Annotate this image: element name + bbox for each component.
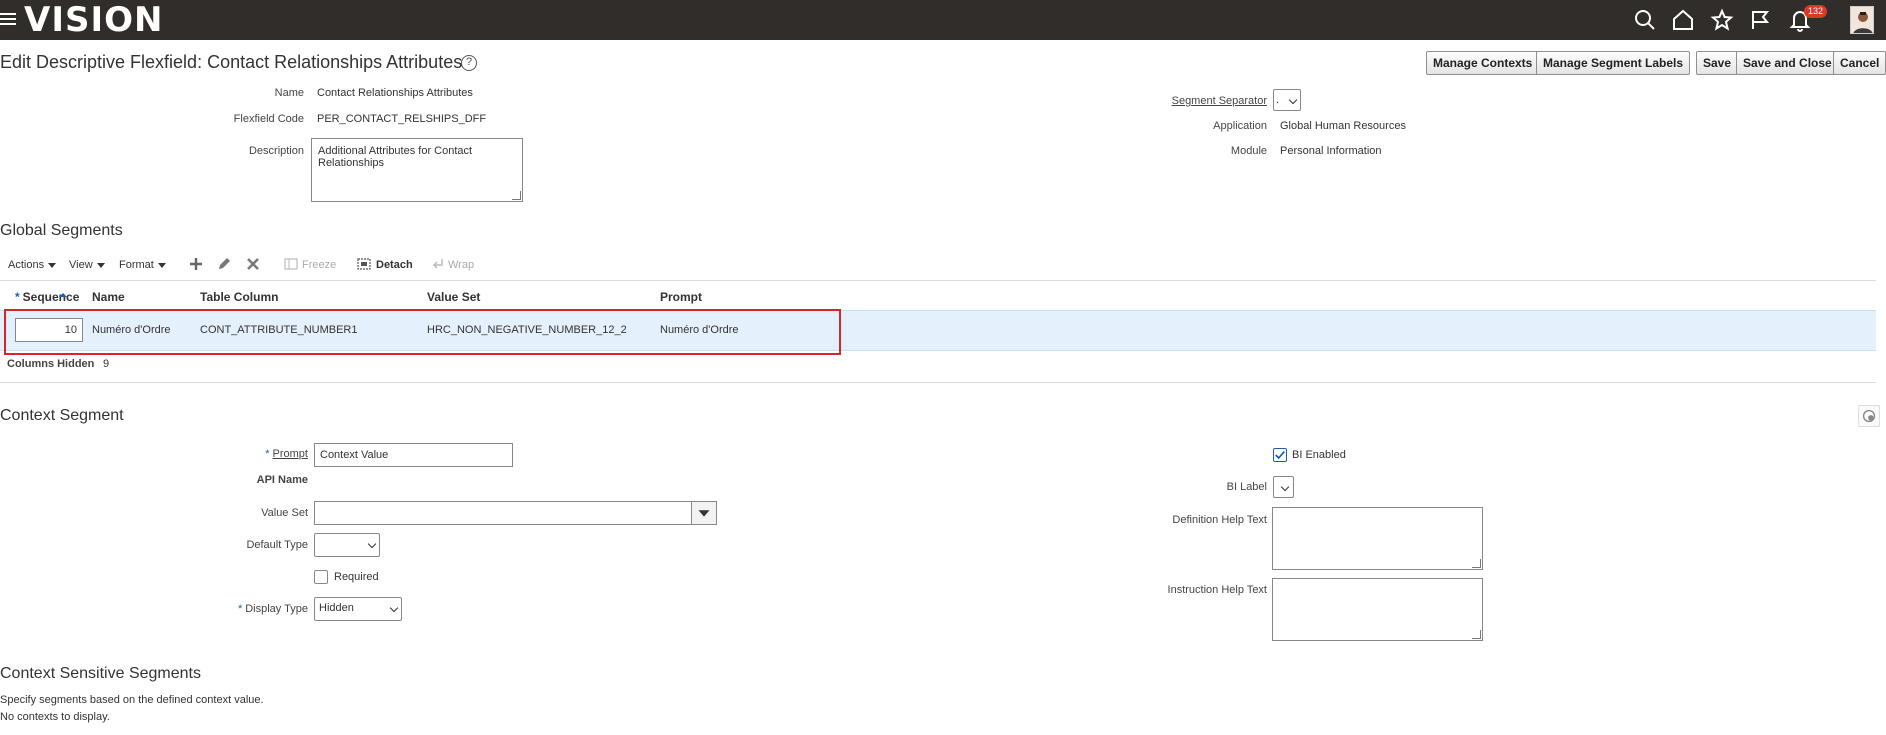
segment-separator-value: .	[1276, 94, 1280, 106]
default-type-label: Default Type	[246, 539, 308, 551]
bi-enabled-label: BI Enabled	[1292, 449, 1346, 461]
manage-contexts-button[interactable]: Manage Contexts	[1426, 51, 1540, 75]
help-icon[interactable]: ?	[461, 55, 477, 71]
wrap-button: Wrap	[448, 259, 475, 271]
instruction-help-text-field[interactable]	[1272, 578, 1483, 641]
actions-menu[interactable]: Actions	[8, 259, 57, 271]
columns-hidden-label: Columns Hidden	[7, 358, 95, 370]
sequence-header-label: Sequence	[22, 290, 80, 304]
context-sensitive-instruction: Specify segments based on the defined co…	[0, 694, 264, 706]
context-sensitive-segments-title: Context Sensitive Segments	[0, 665, 201, 682]
row-table-column-cell: CONT_ATTRIBUTE_NUMBER1	[200, 324, 358, 336]
no-contexts-message: No contexts to display.	[0, 711, 110, 723]
chevron-down-icon	[1288, 95, 1298, 105]
bi-label-label: BI Label	[1226, 481, 1267, 493]
flag-icon[interactable]	[1748, 8, 1772, 32]
display-type-label-text: Display Type	[245, 603, 308, 615]
row-value-set-cell: HRC_NON_NEGATIVE_NUMBER_12_2	[427, 324, 627, 336]
value-set-column-header[interactable]: Value Set	[427, 290, 480, 304]
chevron-down-icon	[1280, 482, 1290, 492]
save-button[interactable]: Save	[1696, 51, 1739, 75]
resize-handle[interactable]	[512, 191, 521, 200]
actions-label: Actions	[8, 259, 45, 271]
top-bar: VISION 132	[0, 0, 1886, 40]
freeze-button: Freeze	[302, 259, 337, 271]
manage-segment-labels-button[interactable]: Manage Segment Labels	[1536, 51, 1691, 75]
context-segment-action-button[interactable]	[1858, 405, 1880, 427]
save-and-close-button[interactable]: Save and Close	[1736, 51, 1839, 75]
wrap-icon	[430, 256, 446, 272]
format-menu[interactable]: Format	[119, 259, 166, 271]
avatar[interactable]	[1850, 6, 1874, 34]
flexfield-code-value: PER_CONTACT_RELSHIPS_DFF	[317, 113, 487, 125]
default-type-select[interactable]	[314, 533, 380, 557]
section-divider	[0, 382, 1876, 383]
flexfield-code-label: Flexfield Code	[233, 113, 304, 125]
application-label: Application	[1213, 120, 1267, 132]
application-value: Global Human Resources	[1280, 120, 1406, 132]
display-type-select[interactable]: Hidden	[314, 597, 402, 621]
name-label: Name	[274, 87, 304, 99]
module-value: Personal Information	[1280, 145, 1382, 157]
home-icon[interactable]	[1671, 8, 1695, 32]
name-column-header[interactable]: Name	[92, 290, 125, 304]
bi-enabled-checkbox[interactable]	[1273, 448, 1287, 462]
context-segment-title: Context Segment	[0, 407, 124, 424]
edit-icon[interactable]	[216, 256, 232, 272]
view-label: View	[69, 259, 93, 271]
table-top-divider	[0, 280, 1876, 281]
detach-button[interactable]: Detach	[376, 259, 413, 271]
columns-hidden-value: 9	[103, 358, 110, 370]
instruction-help-text-label: Instruction Help Text	[1167, 584, 1267, 596]
definition-help-text-label: Definition Help Text	[1172, 514, 1267, 526]
segment-separator-label: Segment Separator	[1171, 95, 1267, 107]
search-icon[interactable]	[1633, 8, 1657, 32]
prompt-column-header[interactable]: Prompt	[660, 290, 702, 304]
logo[interactable]: VISION	[24, 1, 163, 39]
module-label: Module	[1230, 145, 1267, 157]
notification-badge: 132	[1804, 5, 1828, 18]
table-column-header[interactable]: Table Column	[200, 290, 278, 304]
page-title: Edit Descriptive Flexfield: Contact Rela…	[0, 52, 463, 72]
chevron-down-icon	[367, 539, 377, 549]
required-checkbox[interactable]	[314, 570, 328, 584]
value-set-label: Value Set	[261, 507, 308, 519]
chevron-down-icon	[389, 603, 399, 613]
bi-label-select[interactable]	[1273, 476, 1294, 498]
resize-handle[interactable]	[1472, 630, 1481, 639]
resize-handle[interactable]	[1472, 559, 1481, 568]
cancel-button[interactable]: Cancel	[1833, 51, 1886, 75]
prompt-label: * Prompt	[265, 448, 308, 460]
row-prompt-cell: Numéro d'Ordre	[660, 324, 739, 336]
prompt-label-text: Prompt	[272, 448, 308, 460]
description-label: Description	[248, 145, 304, 157]
required-label: Required	[334, 571, 379, 583]
description-field[interactable]: Additional Attributes for Contact Relati…	[311, 138, 523, 202]
hamburger-icon[interactable]	[0, 13, 16, 27]
freeze-icon	[283, 256, 299, 272]
api-name-label: API Name	[256, 474, 308, 486]
name-value: Contact Relationships Attributes	[317, 87, 473, 99]
prompt-input[interactable]: Context Value	[314, 443, 513, 467]
detach-icon[interactable]	[356, 256, 372, 272]
global-segments-title: Global Segments	[0, 222, 123, 239]
value-set-input[interactable]	[314, 501, 692, 525]
format-label: Format	[119, 259, 154, 271]
sequence-input[interactable]: 10	[15, 318, 83, 342]
view-menu[interactable]: View	[69, 259, 105, 271]
definition-help-text-field[interactable]	[1272, 507, 1483, 570]
segment-separator-select[interactable]: .	[1273, 89, 1301, 111]
sort-icon[interactable]	[58, 291, 68, 301]
display-type-value: Hidden	[319, 602, 354, 614]
favorites-icon[interactable]	[1710, 8, 1734, 32]
sequence-column-header[interactable]: * Sequence	[15, 290, 79, 304]
delete-icon[interactable]	[245, 256, 261, 272]
value-set-dropdown-button[interactable]	[691, 501, 717, 525]
description-text: Additional Attributes for Contact Relati…	[318, 145, 473, 169]
display-type-label: * Display Type	[237, 603, 308, 615]
row-name-cell: Numéro d'Ordre	[92, 324, 171, 336]
add-icon[interactable]	[188, 256, 204, 272]
